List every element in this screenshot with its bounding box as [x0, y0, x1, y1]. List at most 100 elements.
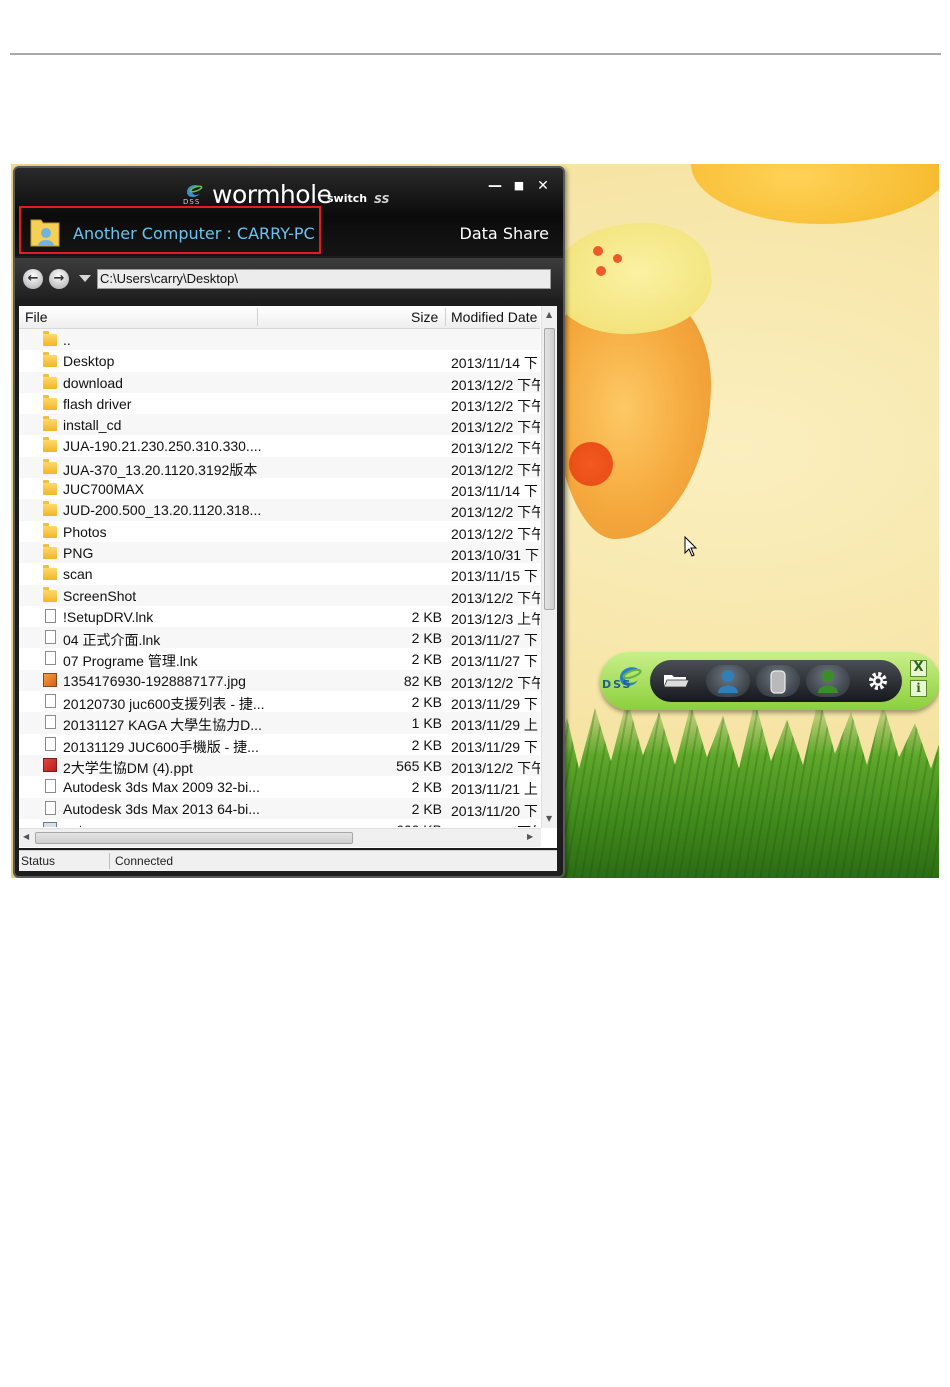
column-divider[interactable]: [445, 308, 446, 326]
file-icon: [45, 736, 56, 751]
file-name: PNG: [63, 544, 94, 561]
column-header-file[interactable]: File: [25, 309, 48, 325]
history-dropdown-button[interactable]: [79, 275, 91, 282]
file-modified-date: 2013/11/15 下: [451, 568, 538, 585]
file-modified-date: 2013/12/2 下午: [451, 440, 540, 457]
file-icon: [45, 651, 56, 666]
status-bar: Status Connected: [19, 850, 557, 871]
file-rows: .. Desktop 2013/11/14 下 download 2013/12/2 下…: [19, 329, 540, 827]
file-row[interactable]: Photos 2013/12/2 下午: [19, 521, 540, 542]
file-row[interactable]: JUD-200.500_13.20.1120.318... 2013/12/2 下…: [19, 499, 540, 521]
file-row[interactable]: JUC700MAX 2013/11/14 下: [19, 478, 540, 499]
vertical-scroll-thumb[interactable]: [544, 328, 555, 610]
column-header-size[interactable]: Size: [411, 309, 438, 325]
file-list: File Size Modified Date .. Desktop 2013/11…: [19, 306, 557, 848]
file-row[interactable]: install_cd 2013/12/2 下午: [19, 414, 540, 436]
file-modified-date: 2013/12/2 下午: [451, 589, 540, 606]
file-row[interactable]: 04 正式介面.lnk 2 KB 2013/11/27 下: [19, 627, 540, 649]
file-icon: [45, 630, 56, 645]
open-folder-button[interactable]: [654, 665, 698, 697]
file-size: 565 KB: [396, 757, 442, 774]
file-row[interactable]: 20131127 KAGA 大學生協力D... 1 KB 2013/11/29 上: [19, 712, 540, 734]
file-row[interactable]: autorun.exe 600 KB 2013/12/2 下午: [19, 819, 540, 827]
window-titlebar[interactable]: DSS wormhole switch SS — ■ ✕ Another Com…: [15, 168, 563, 256]
file-size: 2 KB: [411, 608, 442, 625]
file-row[interactable]: JUA-370_13.20.1120.3192版本 2013/12/2 下午: [19, 456, 540, 479]
file-row[interactable]: Autodesk 3ds Max 2009 32-bi... 2 KB 2013/1…: [19, 776, 540, 797]
folder-icon: [43, 480, 57, 496]
folder-icon: [43, 565, 57, 581]
horizontal-scrollbar[interactable]: ◀ ▶: [19, 828, 541, 847]
file-size: 2 KB: [411, 651, 442, 668]
file-name: autorun.exe: [63, 822, 137, 827]
file-modified-date: 2013/11/27 下: [451, 653, 538, 670]
vertical-scrollbar[interactable]: ▲ ▼: [541, 306, 557, 828]
user-blue-button[interactable]: [706, 665, 750, 697]
file-name: install_cd: [63, 417, 122, 434]
status-divider: [109, 853, 110, 869]
file-row[interactable]: Desktop 2013/11/14 下: [19, 350, 540, 371]
arrow-right-icon: →: [53, 271, 65, 286]
ppt-file-icon: [43, 757, 57, 772]
file-row[interactable]: 07 Programe 管理.lnk 2 KB 2013/11/27 下: [19, 648, 540, 669]
maximize-button[interactable]: ■: [511, 178, 527, 194]
file-icon: [45, 608, 56, 623]
folder-icon: [43, 416, 57, 432]
file-icon: [45, 694, 56, 709]
dss-logo-text: DSS: [602, 678, 633, 691]
status-value: Connected: [115, 854, 174, 868]
file-row[interactable]: PNG 2013/10/31 下: [19, 541, 540, 564]
folder-icon: [43, 501, 57, 517]
file-row[interactable]: JUA-190.21.230.250.310.330.... 2013/12/2 …: [19, 435, 540, 456]
file-row[interactable]: 1354176930-1928887177.jpg 82 KB 2013/12/2 …: [19, 669, 540, 692]
path-input[interactable]: C:\Users\carry\Desktop\: [97, 269, 551, 289]
file-name: 20131129 JUC600手機版 - 捷...: [63, 738, 259, 755]
file-size: 2 KB: [411, 694, 442, 711]
close-button[interactable]: ✕: [535, 178, 551, 194]
file-row[interactable]: !SetupDRV.lnk 2 KB 2013/12/3 上午: [19, 606, 540, 627]
horizontal-scroll-thumb[interactable]: [35, 832, 353, 844]
file-name: ..: [63, 332, 71, 348]
file-modified-date: 2013/11/27 下: [451, 632, 538, 649]
file-row[interactable]: 20120730 juc600支援列表 - 捷... 2 KB 2013/11/29…: [19, 691, 540, 712]
file-name: flash driver: [63, 395, 132, 412]
scroll-left-icon[interactable]: ◀: [23, 832, 29, 841]
settings-button[interactable]: [856, 665, 900, 697]
file-row[interactable]: flash driver 2013/12/2 下午: [19, 393, 540, 414]
file-size: 600 KB: [396, 822, 442, 827]
phone-button[interactable]: [756, 665, 800, 697]
annotation-highlight-box: [19, 206, 321, 254]
scroll-down-icon[interactable]: ▼: [546, 814, 552, 823]
navigation-bar: ← → C:\Users\carry\Desktop\: [15, 258, 563, 300]
file-row[interactable]: download 2013/12/2 下午: [19, 371, 540, 393]
file-name: Photos: [63, 523, 107, 540]
folder-icon: [43, 522, 57, 538]
dock-info-button[interactable]: i: [910, 680, 927, 697]
user-green-button[interactable]: [806, 665, 850, 697]
column-header-modified[interactable]: Modified Date: [451, 309, 537, 325]
page-top-rule: [10, 53, 941, 55]
file-list-header: File Size Modified Date: [19, 306, 540, 329]
brand-switch-text: switch: [327, 192, 368, 205]
file-row[interactable]: scan 2013/11/15 下: [19, 563, 540, 584]
file-row[interactable]: ScreenShot 2013/12/2 下午: [19, 584, 540, 606]
minimize-button[interactable]: —: [487, 178, 503, 194]
wallpaper-petal-top: [691, 164, 939, 224]
folder-icon: [43, 331, 57, 346]
dock-close-button[interactable]: X: [910, 660, 927, 677]
arrow-left-icon: ←: [27, 271, 39, 286]
file-row[interactable]: Autodesk 3ds Max 2013 64-bi... 2 KB 2013/1…: [19, 797, 540, 819]
file-row[interactable]: ..: [19, 329, 540, 351]
file-modified-date: 2013/11/14 下: [451, 483, 538, 500]
file-size: 82 KB: [403, 672, 442, 689]
file-name: !SetupDRV.lnk: [63, 608, 154, 625]
file-name: download: [63, 374, 123, 391]
scroll-right-icon[interactable]: ▶: [527, 832, 533, 841]
column-divider[interactable]: [257, 308, 258, 326]
file-row[interactable]: 2大学生協DM (4).ppt 565 KB 2013/12/2 下午: [19, 754, 540, 777]
forward-button[interactable]: →: [49, 269, 69, 289]
back-button[interactable]: ←: [23, 269, 43, 289]
scroll-up-icon[interactable]: ▲: [546, 310, 552, 319]
wormhole-switch-window: DSS wormhole switch SS — ■ ✕ Another Com…: [13, 166, 565, 878]
file-row[interactable]: 20131129 JUC600手機版 - 捷... 2 KB 2013/11/29 …: [19, 734, 540, 755]
